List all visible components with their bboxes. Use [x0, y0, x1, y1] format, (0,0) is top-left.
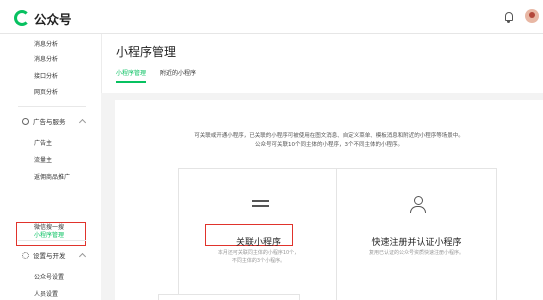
user-icon — [409, 196, 427, 214]
page-title: 小程序管理 — [116, 45, 177, 59]
sidebar-item-account-settings[interactable]: 公众号设置 — [34, 272, 64, 281]
sidebar-item-message-analysis-2[interactable]: 消息分析 — [34, 54, 58, 63]
card-desc-line: 本月还可关联同主体的小程序10个， — [217, 250, 300, 256]
card-desc-line: 复用已认证的公众号资质快速注册小程序。 — [368, 250, 464, 256]
tab-miniprogram-management[interactable]: 小程序管理 — [116, 68, 147, 83]
sidebar-group-settings[interactable]: 设置与开发 — [22, 250, 66, 260]
link-miniprogram-card[interactable]: 关联小程序 本月还可关联同主体的小程序10个， 不同主体的3个小程序。 — [178, 168, 339, 300]
swap-arrows-icon — [252, 198, 269, 208]
intro-text-line2: 公众号可关联10个同主体的小程序，3个不同主体的小程序。 — [255, 142, 403, 148]
card-desc-line: 不同主体的3个小程序。 — [231, 258, 286, 264]
quick-register-title[interactable]: 快速注册并认证小程序 — [337, 235, 496, 248]
sidebar-item-commission[interactable]: 返佣商品推广 — [34, 172, 70, 181]
circle-icon — [22, 118, 29, 125]
quick-register-desc: 复用已认证的公众号资质快速注册小程序。 — [337, 249, 496, 257]
top-bar: 公众号 — [0, 0, 543, 34]
sidebar-group-ads-services[interactable]: 广告与服务 — [22, 116, 66, 126]
link-miniprogram-desc: 本月还可关联同主体的小程序10个， 不同主体的3个小程序。 — [179, 249, 338, 265]
sidebar-item-web-analysis[interactable]: 网页分析 — [34, 87, 58, 96]
avatar[interactable] — [525, 9, 539, 23]
brand-name[interactable]: 公众号 — [34, 9, 72, 28]
sidebar-item-traffic-owner[interactable]: 流量主 — [34, 155, 52, 164]
tab-nearby-miniprogram[interactable]: 附近的小程序 — [160, 68, 196, 77]
sidebar-item-message-analysis[interactable]: 消息分析 — [34, 39, 58, 48]
wechat-logo-icon[interactable] — [14, 10, 30, 26]
sidebar-item-personnel-settings[interactable]: 人员设置 — [34, 289, 58, 298]
gear-icon — [22, 252, 29, 259]
sidebar-item-advertiser[interactable]: 广告主 — [34, 138, 52, 147]
bell-icon[interactable] — [505, 12, 513, 23]
sidebar: 消息分析 消息分析 接口分析 网页分析 广告与服务 广告主 流量主 返佣商品推广… — [0, 34, 101, 300]
next-card-stub — [158, 294, 300, 300]
page-header: 小程序管理 小程序管理 附近的小程序 — [101, 34, 543, 93]
chevron-up-icon[interactable] — [78, 252, 87, 261]
sidebar-group-label: 设置与开发 — [33, 252, 66, 260]
link-miniprogram-title[interactable]: 关联小程序 — [179, 235, 338, 248]
sidebar-item-wechat-search[interactable]: 微信搜一搜 — [34, 222, 64, 231]
sidebar-item-label: 小程序管理 — [34, 232, 65, 239]
quick-register-card[interactable]: 快速注册并认证小程序 复用已认证的公众号资质快速注册小程序。 — [336, 168, 497, 300]
sidebar-divider — [18, 106, 86, 107]
intro-text-line1: 可关联或开通小程序，已关联的小程序可被使用在图文消息、自定义菜单、模板消息和附近… — [194, 133, 464, 139]
sidebar-group-label: 广告与服务 — [33, 118, 66, 126]
sidebar-item-api-analysis[interactable]: 接口分析 — [34, 71, 58, 80]
sidebar-divider — [18, 240, 86, 241]
chevron-up-icon[interactable] — [78, 118, 87, 127]
